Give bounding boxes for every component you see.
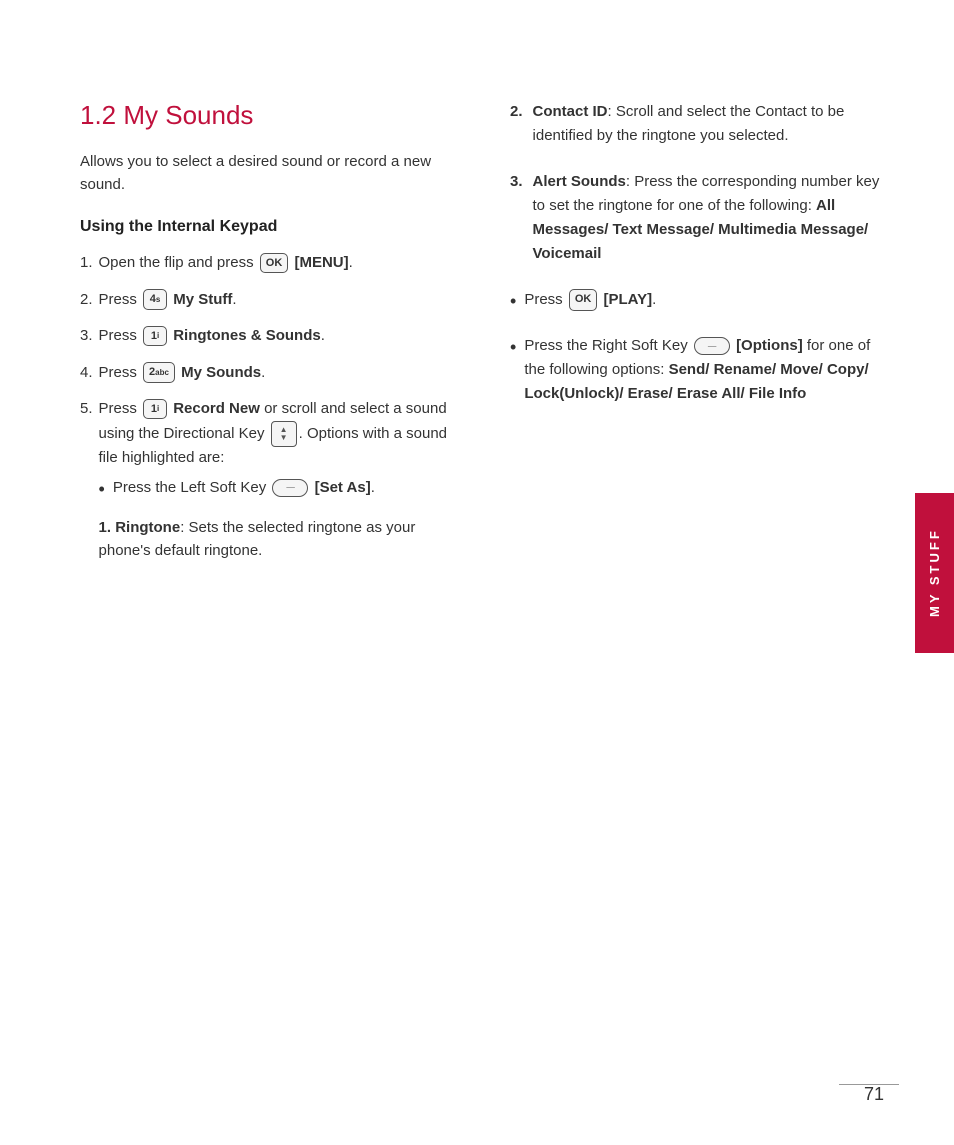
options-list: Send/ Rename/ Move/ Copy/ Lock(Unlock)/ …	[524, 361, 868, 402]
bullet-dot-play: •	[510, 287, 516, 316]
alert-sounds-options: All Messages/ Text Message/ Multimedia M…	[533, 197, 869, 262]
ringtone-bold: 1. Ringtone	[99, 519, 181, 536]
my-stuff-label: My Stuff	[173, 291, 232, 308]
left-column: 1.2 My Sounds Allows you to select a des…	[80, 100, 470, 1085]
bullet-set-as: • Press the Left Soft Key ⎯⎯ [Set As].	[99, 477, 470, 503]
options-label: [Options]	[736, 337, 803, 354]
options-content: Press the Right Soft Key ⎯⎯ [Options] fo…	[524, 334, 894, 406]
step-4-number: 4.	[80, 362, 93, 385]
alert-sounds-bold: Alert Sounds	[533, 173, 626, 190]
step-2-number: 2.	[80, 289, 93, 312]
key-1a-icon: 1i	[143, 326, 167, 347]
step-list: 1. Open the flip and press OK [MENU]. 2.…	[80, 252, 470, 576]
step-5-number: 5.	[80, 398, 93, 421]
sub-item-ringtone: 1. Ringtone: Sets the selected ringtone …	[99, 517, 470, 562]
step-4: 4. Press 2abc My Sounds.	[80, 362, 470, 385]
play-label: [PLAY]	[604, 291, 653, 308]
directional-key-icon	[271, 421, 297, 447]
right-col-item-2: 2. Contact ID: Scroll and select the Con…	[510, 100, 894, 148]
sub-bullet-list: • Press the Left Soft Key ⎯⎯ [Set As].	[99, 477, 470, 503]
right-column: 2. Contact ID: Scroll and select the Con…	[510, 100, 894, 1085]
step-3-number: 3.	[80, 325, 93, 348]
right-item-3-content: Alert Sounds: Press the corresponding nu…	[533, 170, 894, 266]
key-1b-icon: 1i	[143, 399, 167, 420]
ok-play-icon: OK	[569, 289, 598, 311]
key-2-icon: 2abc	[143, 362, 175, 383]
set-as-label: [Set As]	[315, 479, 371, 496]
section-title: 1.2 My Sounds	[80, 100, 470, 131]
step-1-content: Open the flip and press OK [MENU].	[99, 252, 470, 275]
intro-text: Allows you to select a desired sound or …	[80, 151, 470, 196]
step-3: 3. Press 1i Ringtones & Sounds.	[80, 325, 470, 348]
contact-id-bold: Contact ID	[533, 103, 608, 120]
right-item-2-number: 2.	[510, 100, 523, 124]
page: 1.2 My Sounds Allows you to select a des…	[0, 0, 954, 1145]
bullet-dot-1: •	[99, 476, 105, 503]
right-bullet-list: • Press OK [PLAY]. • Press the Right Sof…	[510, 288, 894, 406]
page-number: 71	[864, 1084, 884, 1105]
step-1-number: 1.	[80, 252, 93, 275]
right-item-3-number: 3.	[510, 170, 523, 194]
step-3-content: Press 1i Ringtones & Sounds.	[99, 325, 470, 348]
step-1: 1. Open the flip and press OK [MENU].	[80, 252, 470, 275]
left-soft-key-icon: ⎯⎯	[272, 479, 308, 497]
menu-label: [MENU]	[294, 254, 348, 271]
right-col-item-3: 3. Alert Sounds: Press the corresponding…	[510, 170, 894, 266]
step-2: 2. Press 4s My Stuff.	[80, 289, 470, 312]
step-2-content: Press 4s My Stuff.	[99, 289, 470, 312]
sidebar: MY STUFF	[908, 0, 954, 1145]
subsection-heading: Using the Internal Keypad	[80, 218, 470, 236]
bullet-dot-options: •	[510, 333, 516, 362]
step-5-content: Press 1i Record New or scroll and select…	[99, 398, 470, 576]
ringtones-sounds-label: Ringtones & Sounds	[173, 327, 321, 344]
record-new-label: Record New	[173, 400, 260, 417]
sidebar-label: MY STUFF	[915, 493, 954, 653]
right-item-2-content: Contact ID: Scroll and select the Contac…	[533, 100, 894, 148]
key-4-icon: 4s	[143, 289, 167, 310]
step-4-content: Press 2abc My Sounds.	[99, 362, 470, 385]
my-sounds-label: My Sounds	[181, 364, 261, 381]
main-content: 1.2 My Sounds Allows you to select a des…	[0, 0, 954, 1145]
step-5: 5. Press 1i Record New or scroll and sel…	[80, 398, 470, 576]
play-content: Press OK [PLAY].	[524, 288, 656, 312]
set-as-content: Press the Left Soft Key ⎯⎯ [Set As].	[113, 477, 470, 500]
numbered-sub-list: 1. Ringtone: Sets the selected ringtone …	[99, 517, 470, 562]
right-soft-key-icon: ⎯⎯	[694, 337, 730, 355]
bullet-options: • Press the Right Soft Key ⎯⎯ [Options] …	[510, 334, 894, 406]
ok-key-icon: OK	[260, 253, 289, 274]
bullet-play: • Press OK [PLAY].	[510, 288, 894, 316]
